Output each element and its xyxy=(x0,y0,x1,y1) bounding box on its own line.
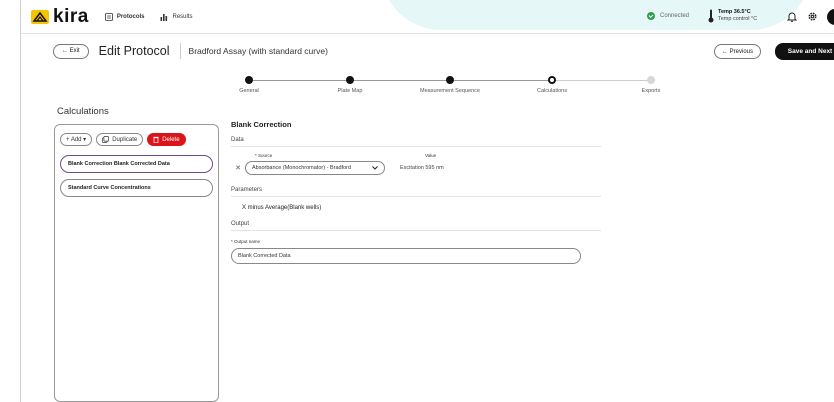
duplicate-label: Duplicate xyxy=(112,136,138,143)
header-divider xyxy=(179,43,181,59)
status-text: Connected xyxy=(660,13,690,19)
detail-title: Blank Correction xyxy=(231,120,292,129)
calculations-list-panel: + Add ▾ Duplicate Delete Blank Correctio… xyxy=(54,124,219,402)
parameters-section-label: Parameters xyxy=(231,187,601,197)
value-column-header: Value xyxy=(425,153,437,158)
temperature-value: Temp 36.5°C xyxy=(718,9,751,15)
save-and-next-button[interactable]: Save and Next xyxy=(775,43,834,60)
copy-icon xyxy=(102,136,110,143)
step-pending-icon xyxy=(647,76,655,84)
nav-results[interactable]: Results xyxy=(160,13,193,21)
step-exports[interactable]: Exports xyxy=(611,76,691,94)
avatar[interactable] xyxy=(827,9,834,25)
data-grid-header: * Source Value xyxy=(231,153,601,158)
calculations-title: Calculations xyxy=(57,106,109,117)
step-current-icon xyxy=(548,76,556,84)
step-plate-map[interactable]: Plate Map xyxy=(310,76,390,94)
calculation-detail: Blank Correction Data * Source Value ✕ A… xyxy=(231,120,601,264)
top-bar: kira Protocols Results Connected Temp 36… xyxy=(21,0,834,34)
nav-protocols-label: Protocols xyxy=(116,13,145,20)
step-label: Exports xyxy=(641,88,661,94)
app-window: kira Protocols Results Connected Temp 36… xyxy=(20,0,834,402)
progress-stepper: General Plate Map Measurement Sequence C… xyxy=(221,76,681,98)
step-complete-icon xyxy=(245,76,253,84)
thermometer-icon xyxy=(708,9,714,23)
step-label: Calculations xyxy=(537,88,567,94)
step-label: Measurement Sequence xyxy=(420,88,480,94)
exit-button[interactable]: ← Exit xyxy=(53,43,89,59)
add-button[interactable]: + Add ▾ xyxy=(60,133,93,146)
connection-status: Connected xyxy=(647,12,689,20)
step-calculations[interactable]: Calculations xyxy=(512,76,592,94)
output-name-field[interactable]: Blank Corrected Data xyxy=(231,248,581,264)
formula-text: X minus Average(Blank wells) xyxy=(242,205,322,211)
remove-source-icon[interactable]: ✕ xyxy=(231,164,245,172)
duplicate-button[interactable]: Duplicate xyxy=(96,133,144,146)
source-select[interactable]: Absorbance (Monochromator) - Bradford xyxy=(245,161,385,175)
step-label: General xyxy=(239,88,259,94)
trash-icon xyxy=(153,136,159,143)
nav-results-label: Results xyxy=(172,13,193,20)
logo-text: kira xyxy=(53,5,89,27)
output-name-label: * Output name xyxy=(231,239,261,244)
page-header: ← Exit Edit Protocol Bradford Assay (wit… xyxy=(21,40,834,62)
temperature-readout[interactable]: Temp 36.5°C Temp control °C xyxy=(708,9,757,23)
step-label: Plate Map xyxy=(337,88,363,94)
nav-protocols[interactable]: Protocols xyxy=(104,12,145,21)
delete-label: Delete xyxy=(162,136,180,143)
protocol-icon xyxy=(104,12,113,21)
list-item[interactable]: Standard Curve Concentrations xyxy=(60,179,213,197)
calculations-toolbar: + Add ▾ Duplicate Delete xyxy=(60,133,218,146)
output-section-label: Output xyxy=(231,221,601,231)
page-title: Edit Protocol xyxy=(98,44,170,58)
chevron-down-icon xyxy=(372,166,378,170)
bar-chart-icon xyxy=(160,13,168,21)
step-general[interactable]: General xyxy=(209,76,289,94)
source-select-value: Absorbance (Monochromator) - Bradford xyxy=(252,165,352,171)
protocol-name: Bradford Assay (with standard curve) xyxy=(188,46,328,56)
step-complete-icon xyxy=(346,76,354,84)
delete-button[interactable]: Delete xyxy=(147,133,186,146)
data-row: ✕ Absorbance (Monochromator) - Bradford … xyxy=(231,161,601,175)
source-value: Excitation 595 nm xyxy=(400,165,444,171)
kira-logo-icon xyxy=(31,9,49,24)
data-section-label: Data xyxy=(231,137,601,147)
check-circle-icon xyxy=(647,12,655,20)
previous-button[interactable]: ← Previous xyxy=(714,44,762,59)
temperature-sub: Temp control °C xyxy=(718,16,758,22)
source-column-header: * Source xyxy=(255,153,273,158)
gear-icon[interactable] xyxy=(807,11,818,22)
step-measurement-sequence[interactable]: Measurement Sequence xyxy=(410,76,490,94)
step-complete-icon xyxy=(446,76,454,84)
app-logo[interactable]: kira xyxy=(31,6,89,28)
list-item[interactable]: Blank Correction Blank Corrected Data xyxy=(60,155,213,173)
bell-icon[interactable] xyxy=(787,11,797,22)
